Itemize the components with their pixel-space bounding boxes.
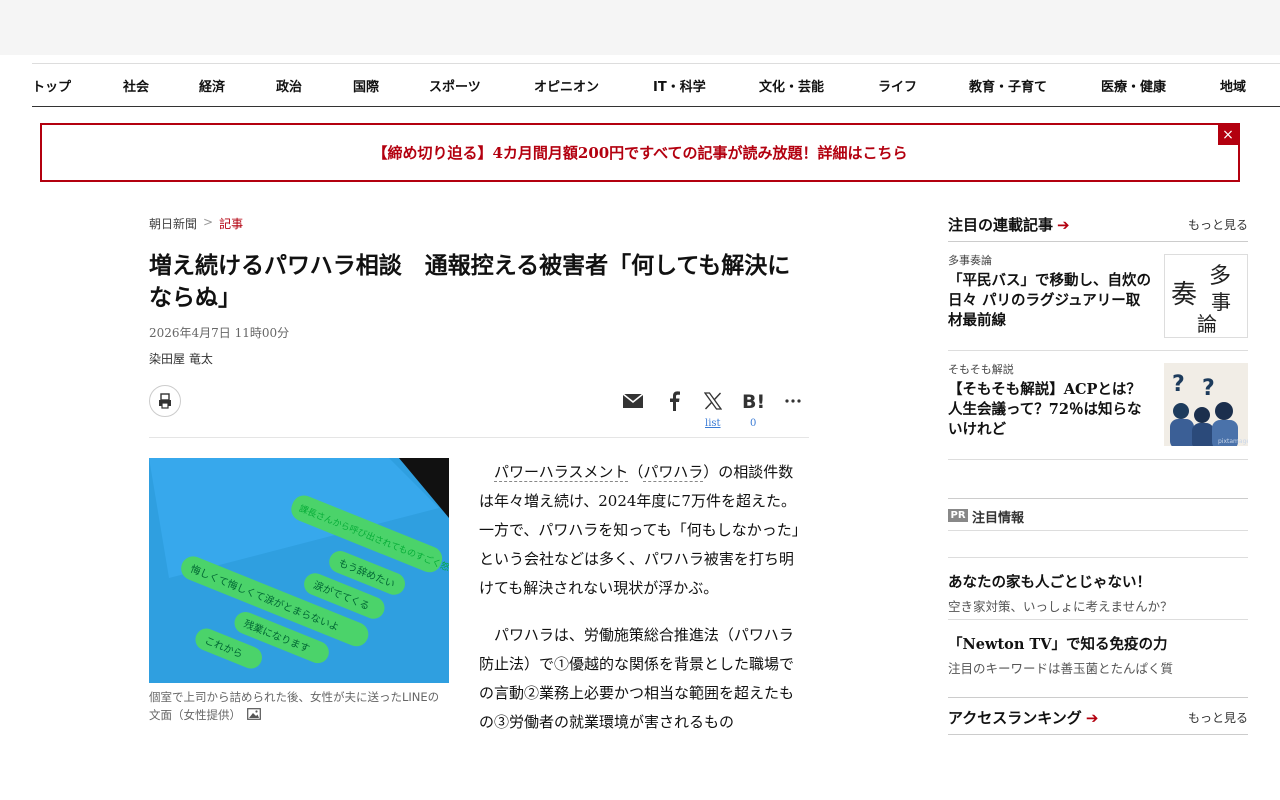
pr-badge: PR <box>948 509 968 522</box>
hatena-bookmark-button[interactable]: B! <box>741 390 765 412</box>
hatena-bookmark-icon: B! <box>742 391 764 411</box>
pr-item-title[interactable]: あなたの家も人ごとじゃない！ <box>948 571 1248 592</box>
pr-item-subtitle: 空き家対策、いっしょに考えませんか？ <box>948 599 1173 614</box>
ranking-more-link[interactable]: もっと見る <box>1188 709 1248 726</box>
image-icon[interactable] <box>247 707 261 725</box>
nav-item-society[interactable]: 社会 <box>123 76 149 95</box>
series-item-category: そもそも解説 <box>948 363 1014 376</box>
article-photo[interactable]: 課長さんから呼び出されてものすごく怒られた もう辞めたい 涙がでてくる 悔しくて… <box>149 458 449 683</box>
svg-text:B!: B! <box>742 391 764 411</box>
question-marks: ? <box>1172 372 1185 397</box>
ranking-section-title[interactable]: アクセスランキング ➔ <box>948 707 1098 728</box>
series-item-thumbnail[interactable]: 多 奏 事 論 <box>1164 254 1248 338</box>
x-icon <box>704 392 722 410</box>
pr-item[interactable]: 「Newton TV」で知る免疫の力 注目のキーワードは善玉菌とたんぱく質 <box>948 620 1248 682</box>
svg-text:?: ? <box>1202 376 1215 401</box>
pr-item-title[interactable]: 「Newton TV」で知る免疫の力 <box>948 633 1248 654</box>
nav-item-it-science[interactable]: IT・科学 <box>653 76 706 95</box>
svg-text:事: 事 <box>1211 290 1231 314</box>
article-paragraph: パワハラは、労働施策総合推進法（パワハラ防止法）で①優越的な関係を背景とした職場… <box>479 626 795 731</box>
article-paragraph: パワーハラスメント（パワハラ）の相談件数は年々増え続け、2024年度に7万件を超… <box>479 463 800 597</box>
arrow-right-icon: ➔ <box>1085 709 1099 727</box>
facebook-icon <box>670 391 680 411</box>
nav-item-international[interactable]: 国際 <box>353 76 379 95</box>
pr-item-subtitle: 注目のキーワードは善玉菌とたんぱく質 <box>948 661 1174 676</box>
mail-share-button[interactable] <box>621 390 645 412</box>
series-item-category: 多事奏論 <box>948 254 992 267</box>
series-item-title[interactable]: 「平民バス」で移動し、自炊の日々 パリのラグジュアリー取材最前線 <box>948 271 1153 331</box>
x-list-link[interactable]: list <box>705 418 721 429</box>
thumbnail-credit: pixtamage <box>1218 438 1248 445</box>
nav-item-region[interactable]: 地域 <box>1220 76 1246 95</box>
breadcrumb-current[interactable]: 記事 <box>219 215 243 232</box>
close-icon[interactable]: × <box>1218 125 1238 145</box>
more-icon <box>785 399 801 403</box>
nav-item-economy[interactable]: 経済 <box>199 76 225 95</box>
facebook-share-button[interactable] <box>662 390 686 412</box>
article-body: パワーハラスメント（パワハラ）の相談件数は年々増え続け、2024年度に7万件を超… <box>479 458 801 748</box>
breadcrumb-separator: > <box>203 215 214 229</box>
print-button[interactable] <box>149 385 181 417</box>
pr-section-header: PR 注目情報 <box>948 498 1248 531</box>
thumbnail-calligraphy: 多 <box>1209 264 1231 289</box>
share-divider <box>149 437 809 438</box>
print-icon <box>159 393 171 409</box>
nav-item-top[interactable]: トップ <box>32 76 71 95</box>
breadcrumb: 朝日新聞 > 記事 <box>149 215 243 232</box>
mail-icon <box>622 393 644 408</box>
more-share-button[interactable] <box>781 390 805 412</box>
photo-caption: 個室で上司から詰められた後、女性が夫に送ったLINEの文面（女性提供） <box>149 688 449 725</box>
promo-banner-text[interactable]: 【締め切り迫る】4カ月間月額200円ですべての記事が読み放題！詳細はこちら <box>372 142 907 163</box>
nav-item-life[interactable]: ライフ <box>878 76 917 95</box>
main-nav: トップ 社会 経済 政治 国際 スポーツ オピニオン IT・科学 文化・芸能 ラ… <box>32 63 1280 107</box>
series-section-title[interactable]: 注目の連載記事 ➔ <box>948 214 1070 235</box>
top-header-bar <box>0 0 1280 55</box>
nav-item-health[interactable]: 医療・健康 <box>1101 76 1166 95</box>
pr-item[interactable]: あなたの家も人ごとじゃない！ 空き家対策、いっしょに考えませんか？ <box>948 557 1248 620</box>
svg-text:論: 論 <box>1197 312 1217 336</box>
series-item-thumbnail[interactable]: ? ? pixtamage <box>1164 363 1248 446</box>
ranking-section-header: アクセスランキング ➔ もっと見る <box>948 697 1248 735</box>
series-item-title[interactable]: 【そもそも解説】ACPとは？ 人生会議って？72％は知らないけれど <box>948 380 1155 440</box>
promo-banner: 【締め切り迫る】4カ月間月額200円ですべての記事が読み放題！詳細はこちら × <box>40 123 1240 182</box>
x-share-button[interactable] <box>701 390 725 412</box>
nav-item-education[interactable]: 教育・子育て <box>969 76 1047 95</box>
nav-item-sports[interactable]: スポーツ <box>429 76 481 95</box>
nav-item-opinion[interactable]: オピニオン <box>534 76 599 95</box>
nav-item-politics[interactable]: 政治 <box>276 76 302 95</box>
series-item[interactable]: そもそも解説 【そもそも解説】ACPとは？ 人生会議って？72％は知らないけれど… <box>948 351 1248 460</box>
nav-item-culture[interactable]: 文化・芸能 <box>759 76 824 95</box>
article-date: 2026年4月7日 11時00分 <box>149 326 290 340</box>
pr-section-title: 注目情報 <box>972 511 1025 526</box>
series-section-header: 注目の連載記事 ➔ もっと見る <box>948 208 1248 242</box>
breadcrumb-home[interactable]: 朝日新聞 <box>149 215 197 232</box>
keyword-link[interactable]: パワーハラスメント <box>494 463 629 482</box>
svg-text:奏: 奏 <box>1171 280 1197 310</box>
article-author[interactable]: 染田屋 竜太 <box>149 350 213 367</box>
hatena-bookmark-count: 0 <box>750 418 757 429</box>
photo-caption-text: 個室で上司から詰められた後、女性が夫に送ったLINEの文面（女性提供） <box>149 690 440 722</box>
article-title: 増え続けるパワハラ相談 通報控える被害者「何しても解決にならぬ」 <box>149 253 791 311</box>
series-item[interactable]: 多事奏論 「平民バス」で移動し、自炊の日々 パリのラグジュアリー取材最前線 多 … <box>948 242 1248 351</box>
keyword-link[interactable]: パワハラ <box>643 463 704 482</box>
arrow-right-icon: ➔ <box>1057 216 1070 234</box>
series-more-link[interactable]: もっと見る <box>1188 216 1248 233</box>
